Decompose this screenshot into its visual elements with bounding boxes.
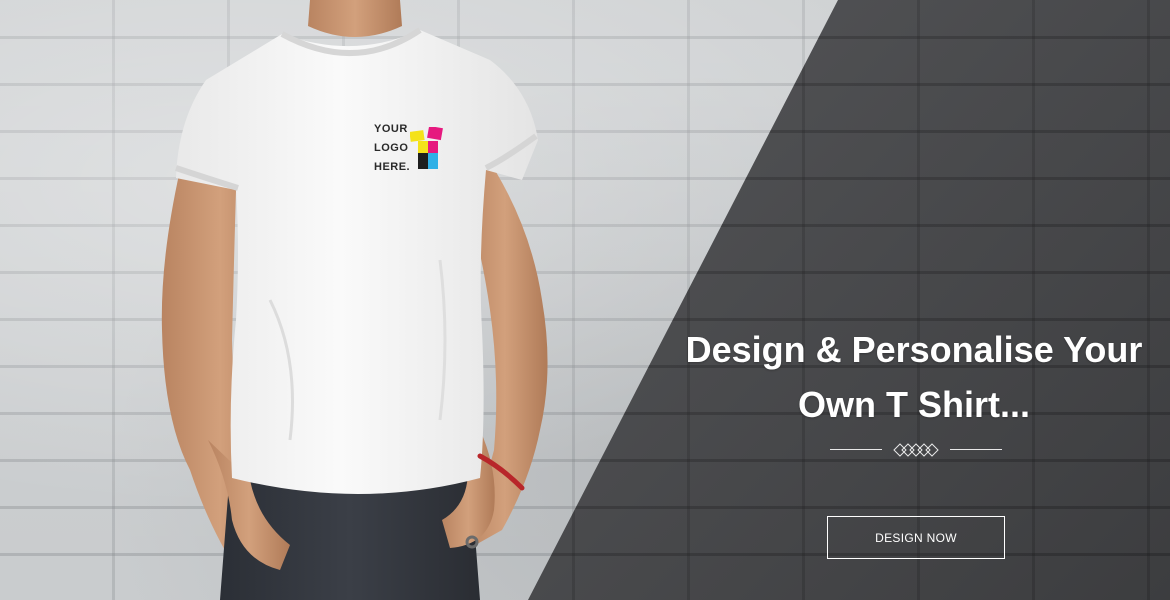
- hero-headline: Design & Personalise Your Own T Shirt...: [664, 322, 1164, 432]
- shirt-logo-line3: HERE.: [374, 161, 411, 173]
- model-image: [150, 0, 570, 600]
- design-now-button[interactable]: DESIGN NOW: [827, 516, 1005, 559]
- divider-line-right: [950, 449, 1002, 450]
- t-shirt-cmyk-icon: [410, 127, 443, 169]
- hero-banner: YOUR LOGO HERE. Design & Personalise You…: [0, 0, 1170, 600]
- diamond-ornament-icon: [893, 443, 939, 457]
- model-figure: [161, 0, 548, 600]
- divider-line-left: [830, 449, 882, 450]
- headline-line2: Own T Shirt...: [798, 384, 1030, 425]
- shirt-logo-text: YOUR LOGO HERE.: [374, 120, 410, 177]
- headline-line1: Design & Personalise Your: [685, 329, 1143, 370]
- shirt-logo-line2: LOGO: [374, 142, 409, 154]
- shirt-logo: YOUR LOGO HERE.: [374, 120, 456, 180]
- headline-divider: [830, 440, 1002, 460]
- shirt-logo-line1: YOUR: [374, 123, 408, 135]
